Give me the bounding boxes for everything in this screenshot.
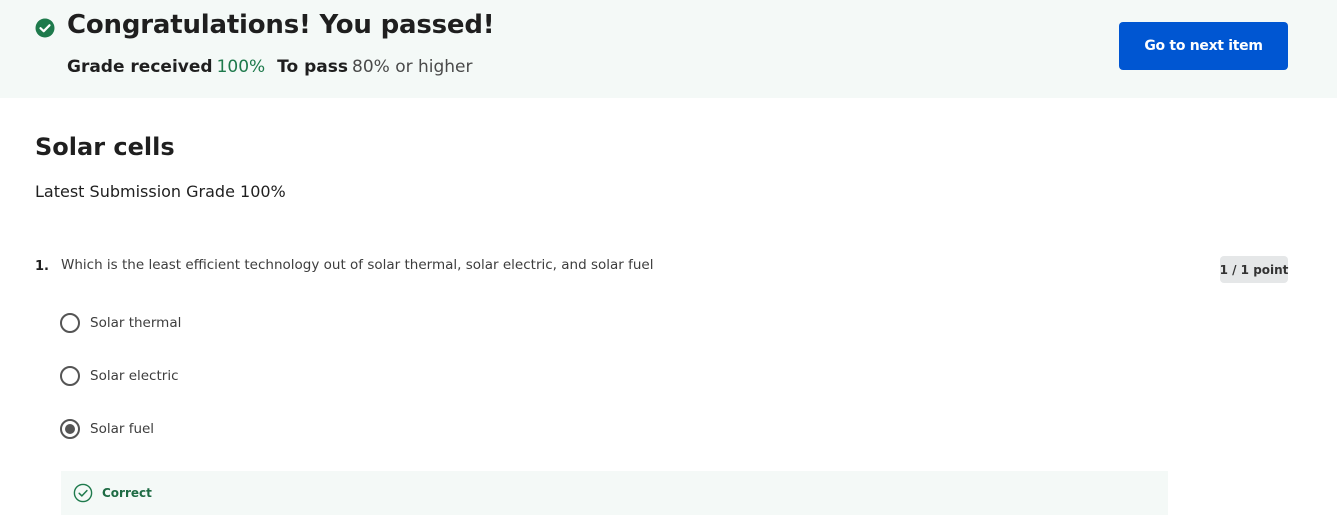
option-solar-thermal[interactable]: Solar thermal xyxy=(60,311,181,335)
option-solar-electric[interactable]: Solar electric xyxy=(60,364,179,388)
to-pass-label: To pass xyxy=(277,57,348,77)
option-label: Solar fuel xyxy=(90,421,155,437)
option-label: Solar thermal xyxy=(90,315,182,331)
page-title: Solar cells xyxy=(35,133,175,161)
radio-button[interactable] xyxy=(60,313,80,333)
question-text: Which is the least efficient technology … xyxy=(61,257,654,273)
grade-summary: Grade received 100% To pass 80% or higher xyxy=(67,57,473,77)
result-banner: Congratulations! You passed! Grade recei… xyxy=(0,0,1337,98)
check-outline-icon xyxy=(73,483,93,503)
option-label: Solar electric xyxy=(90,368,179,384)
option-solar-fuel[interactable]: Solar fuel xyxy=(60,417,154,441)
to-pass-value: 80% or higher xyxy=(352,57,473,77)
question-number: 1. xyxy=(35,259,49,274)
radio-button-selected[interactable] xyxy=(60,419,80,439)
banner-title: Congratulations! You passed! xyxy=(67,10,495,40)
latest-submission-grade: Latest Submission Grade 100% xyxy=(35,182,286,201)
check-circle-icon xyxy=(35,18,55,38)
grade-received-label: Grade received xyxy=(67,57,213,77)
grade-received-value: 100% xyxy=(216,57,266,77)
points-badge: 1 / 1 point xyxy=(1220,256,1288,283)
feedback-label: Correct xyxy=(102,486,152,500)
go-to-next-item-button[interactable]: Go to next item xyxy=(1119,22,1288,70)
answer-feedback: Correct xyxy=(61,471,1168,515)
radio-button[interactable] xyxy=(60,366,80,386)
